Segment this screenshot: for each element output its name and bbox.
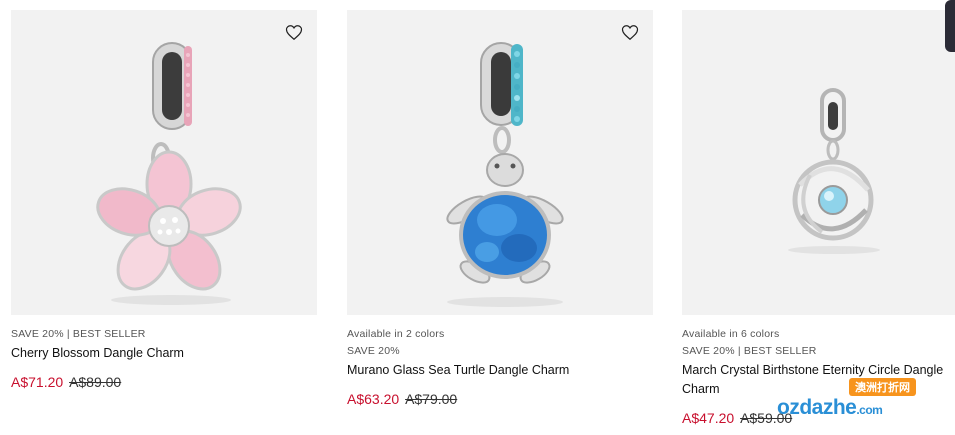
- product-card[interactable]: SAVE 20% | BEST SELLER Cherry Blossom Da…: [11, 10, 317, 391]
- product-name[interactable]: Cherry Blossom Dangle Charm: [11, 344, 317, 363]
- sea-turtle-charm-image: [446, 42, 564, 307]
- original-price: A$89.00: [69, 374, 122, 390]
- price-row: A$71.20 A$89.00: [11, 373, 317, 391]
- heart-outline-icon: [621, 25, 639, 41]
- product-image[interactable]: [11, 10, 317, 315]
- heart-outline-icon: [285, 25, 303, 41]
- product-image[interactable]: [682, 10, 955, 315]
- product-grid: SAVE 20% | BEST SELLER Cherry Blossom Da…: [11, 10, 955, 435]
- product-name[interactable]: Murano Glass Sea Turtle Dangle Charm: [347, 361, 653, 380]
- heart-icon[interactable]: [621, 24, 639, 41]
- watermark-badge: 澳洲打折网: [849, 378, 916, 396]
- product-info: SAVE 20% | BEST SELLER Cherry Blossom Da…: [11, 315, 317, 391]
- product-info: Available in 2 colors SAVE 20% Murano Gl…: [347, 315, 653, 408]
- product-image[interactable]: [347, 10, 653, 315]
- product-card[interactable]: Available in 2 colors SAVE 20% Murano Gl…: [347, 10, 653, 408]
- watermark-logo: ozdazhe.com: [777, 396, 883, 420]
- color-availability: Available in 2 colors: [347, 328, 445, 340]
- sale-price: A$47.20: [682, 410, 735, 426]
- sale-price: A$71.20: [11, 374, 64, 390]
- cherry-blossom-charm-image: [96, 42, 242, 305]
- product-card[interactable]: Available in 6 colors SAVE 20% | BEST SE…: [682, 10, 955, 427]
- color-availability: Available in 6 colors: [682, 328, 780, 340]
- watermark-brand: ozdazhe: [777, 396, 857, 419]
- sale-price: A$63.20: [347, 391, 400, 407]
- birthstone-circle-charm-image: [788, 88, 880, 254]
- product-badges: SAVE 20% | BEST SELLER: [682, 345, 817, 357]
- original-price: A$79.00: [405, 391, 458, 407]
- site-watermark: 澳洲打折网 ozdazhe.com: [777, 378, 937, 428]
- price-row: A$63.20 A$79.00: [347, 390, 653, 408]
- side-panel-tab[interactable]: [945, 0, 955, 52]
- watermark-suffix: .com: [856, 403, 883, 417]
- product-badges: SAVE 20% | BEST SELLER: [11, 328, 146, 340]
- heart-icon[interactable]: [285, 24, 303, 41]
- product-badges: SAVE 20%: [347, 345, 400, 357]
